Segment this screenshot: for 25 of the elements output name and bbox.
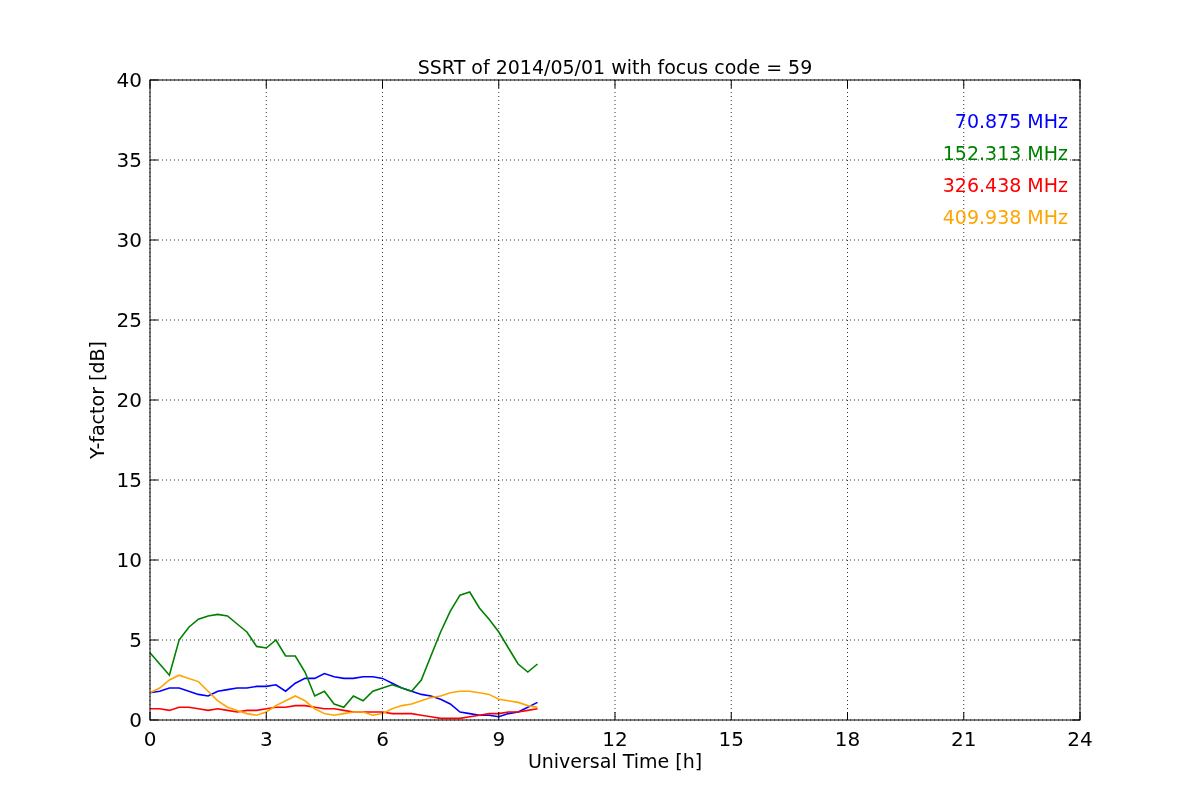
tick-label: 10 (116, 548, 142, 572)
tick-label: 9 (492, 727, 506, 751)
tick-label: 5 (129, 628, 142, 652)
tick-label: 35 (116, 148, 142, 172)
tick-label: 18 (834, 727, 861, 751)
legend-label: 152.313 MHz (942, 142, 1068, 164)
tick-label: 24 (1067, 727, 1093, 751)
legend-label: 326.438 MHz (942, 174, 1068, 196)
tick-label: 12 (602, 727, 628, 751)
y-axis-label: Y-factor [dB] (86, 341, 108, 459)
tick-label: 20 (116, 388, 142, 412)
tick-label: 0 (129, 708, 142, 732)
tick-label: 15 (718, 727, 744, 751)
x-axis-label: Universal Time [h] (527, 750, 703, 772)
tick-label: 15 (116, 468, 142, 492)
tick-label: 0 (143, 727, 157, 751)
tick-label: 40 (116, 68, 142, 92)
chart-title: SSRT of 2014/05/01 with focus code = 59 (417, 56, 813, 78)
tick-label: 3 (259, 727, 273, 751)
tick-label: 6 (376, 727, 389, 751)
tick-label: 30 (116, 228, 142, 252)
tick-label: 21 (951, 727, 977, 751)
legend-label: 70.875 MHz (954, 110, 1068, 132)
legend-label: 409.938 MHz (942, 206, 1068, 228)
tick-label: 25 (116, 308, 142, 332)
